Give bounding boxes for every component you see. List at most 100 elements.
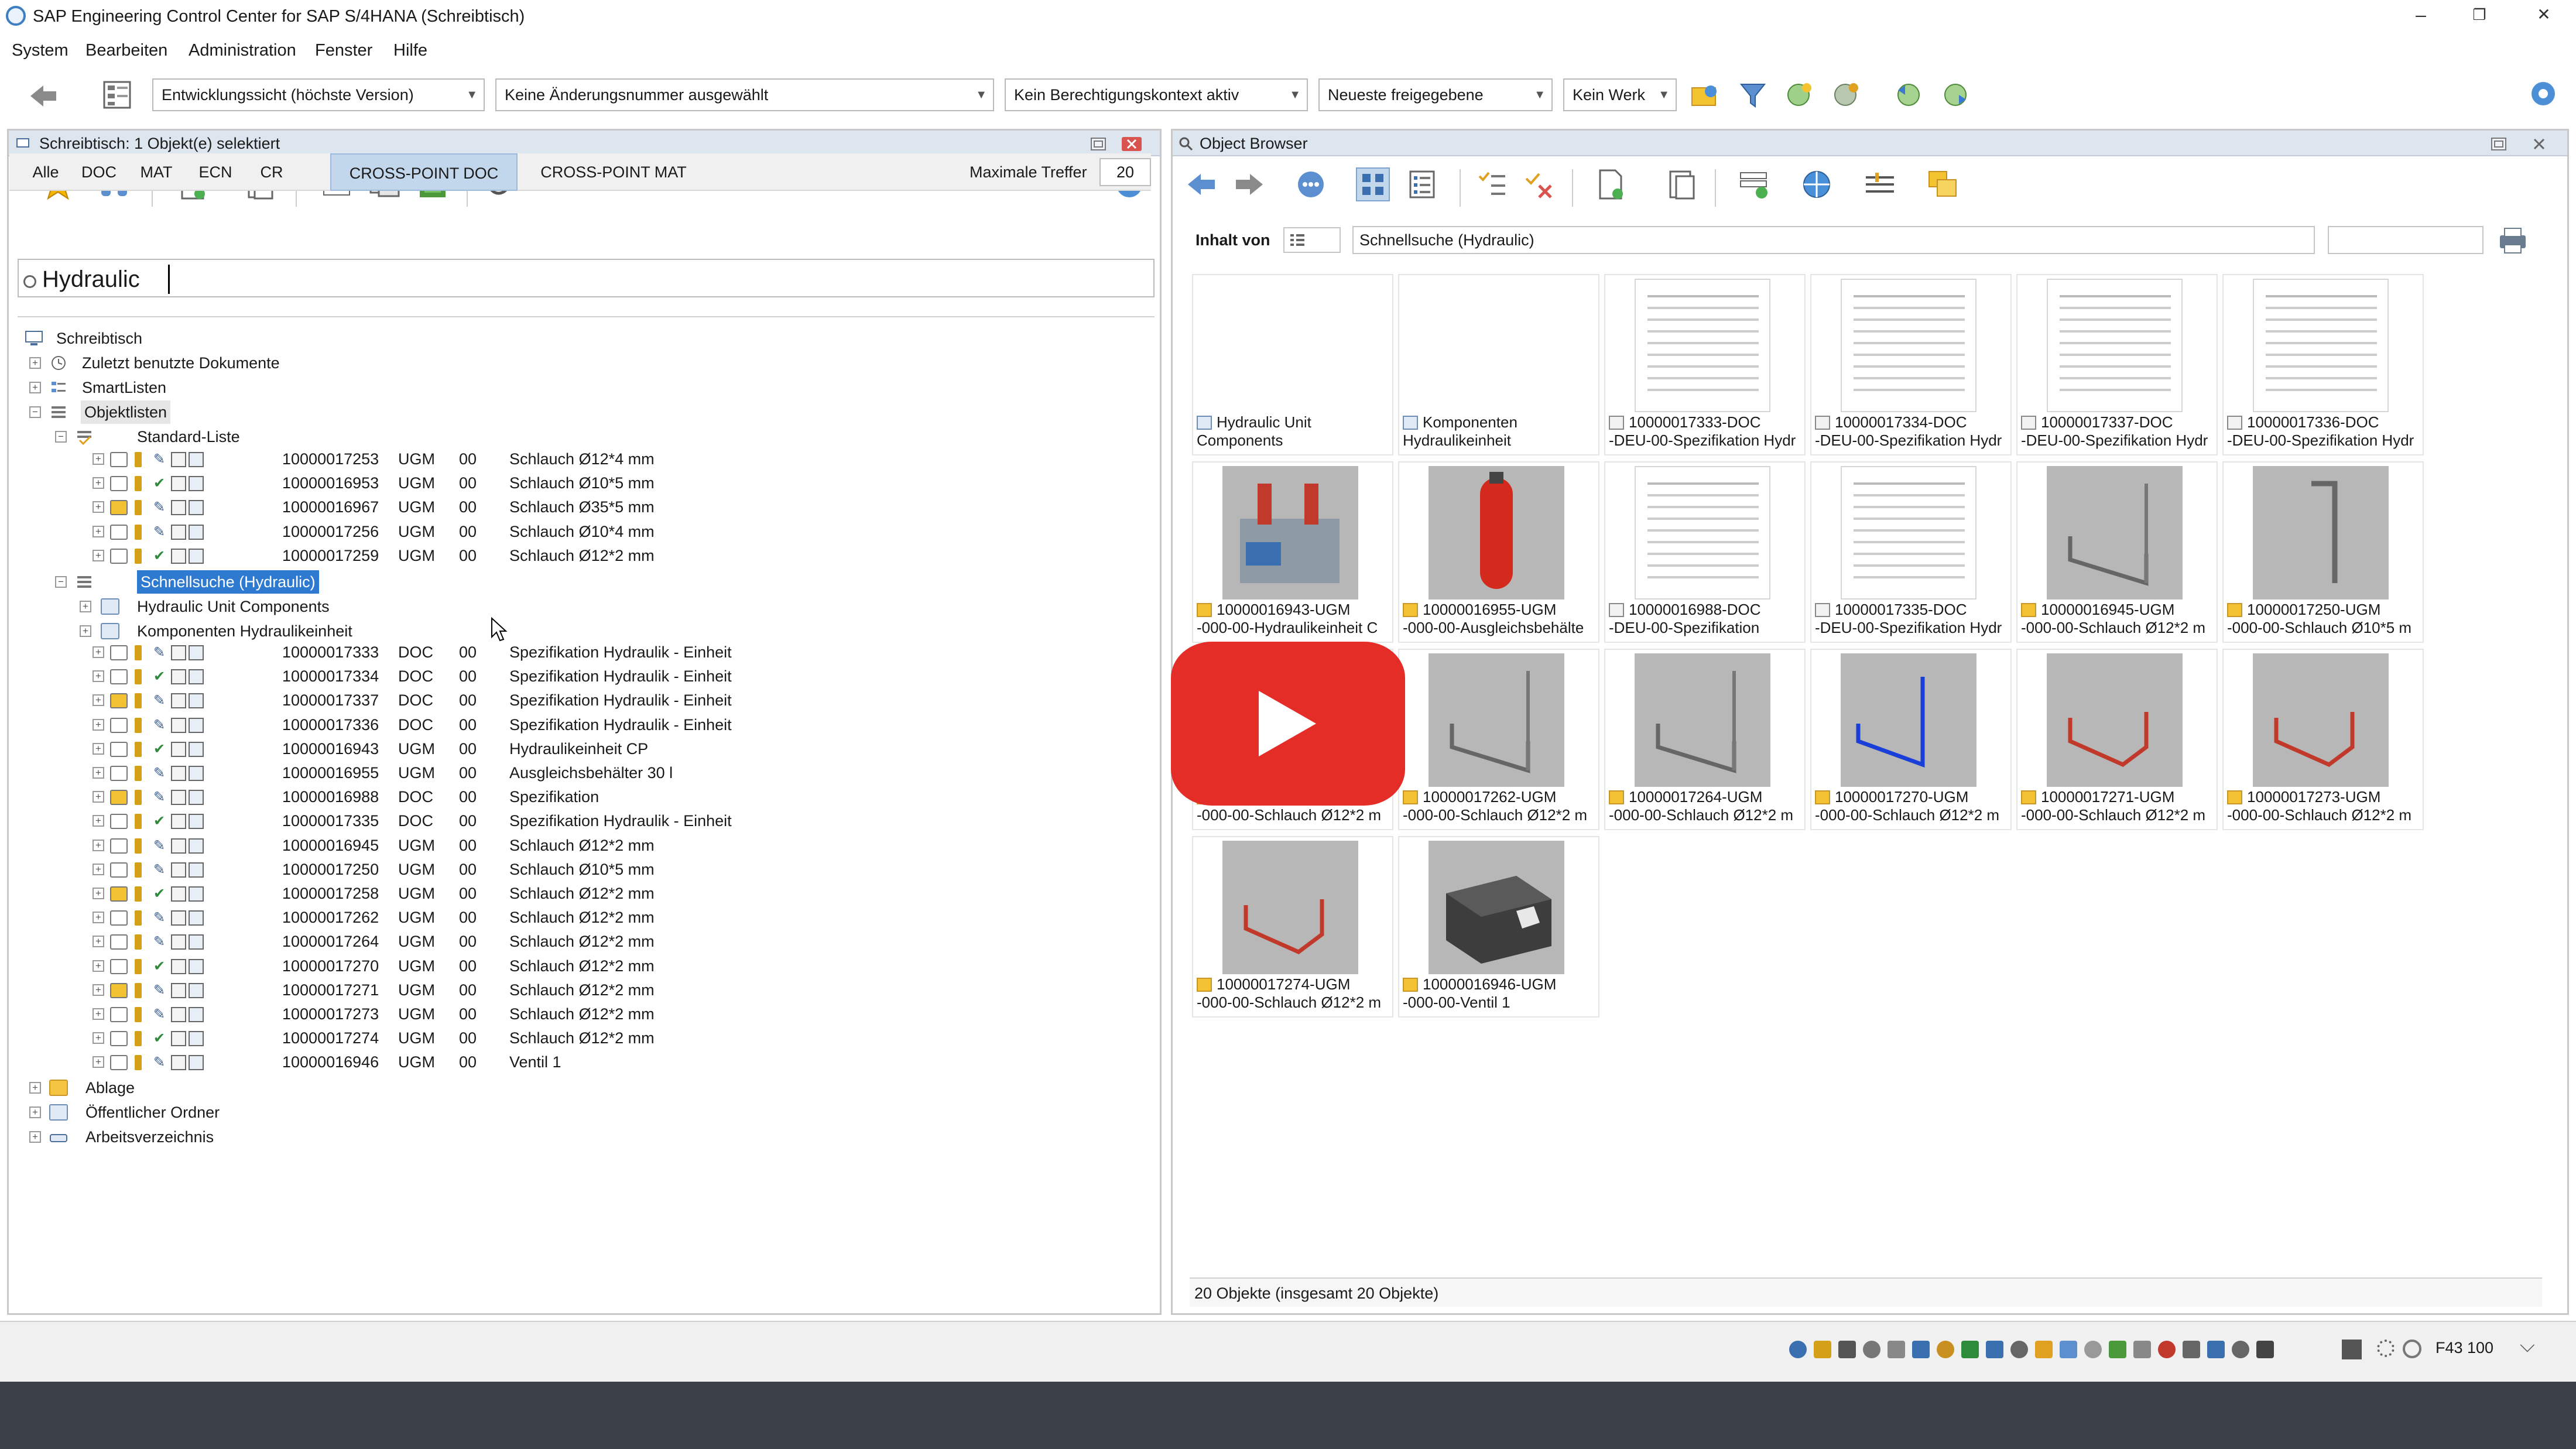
status-tray-icon[interactable] (2183, 1341, 2200, 1358)
expand-icon[interactable]: + (93, 477, 104, 489)
content-list-icon[interactable] (1283, 227, 1341, 253)
tree-view-icon[interactable] (101, 78, 133, 111)
filter-icon[interactable] (1736, 78, 1769, 111)
paste-document-icon[interactable] (1664, 167, 1700, 202)
expand-icon[interactable]: + (93, 912, 104, 924)
object-tile[interactable]: 10000017336-DOC -DEU-00-Spezifikation Hyd… (2222, 274, 2424, 455)
status-tray-icon[interactable] (2232, 1341, 2249, 1358)
globe-icon[interactable] (1799, 167, 1834, 202)
object-tile[interactable]: Hydraulic Unit Components (1192, 274, 1393, 455)
chevron-down-icon[interactable]: ⌵ (2520, 1334, 2535, 1357)
tab-cross-point-mat[interactable]: CROSS-POINT MAT (522, 153, 705, 191)
expand-icon[interactable]: + (93, 549, 104, 561)
max-hits-input[interactable]: 20 (1099, 158, 1151, 186)
expand-icon[interactable]: + (93, 936, 104, 948)
table-row[interactable]: + ✎ 10000016988 DOC 00 Spezifikation (93, 785, 841, 809)
object-tile[interactable]: 10000017273-UGM -000-00-Schlauch Ø12*2 m (2222, 649, 2424, 830)
object-tile[interactable]: 10000017264-UGM -000-00-Schlauch Ø12*2 m (1604, 649, 1806, 830)
status-tray-icon[interactable] (1961, 1341, 1979, 1358)
view-select[interactable]: Entwicklungssicht (höchste Version) ▼ (152, 78, 485, 111)
close-button[interactable]: ✕ (2512, 0, 2576, 33)
object-tile[interactable]: 10000016946-UGM -000-00-Ventil 1 (1398, 836, 1599, 1018)
expand-icon[interactable]: + (29, 1131, 41, 1143)
expand-icon[interactable]: + (93, 767, 104, 779)
settings-gear-icon[interactable] (2527, 77, 2560, 110)
sync-left-icon[interactable] (1892, 78, 1925, 111)
status-tray-icon[interactable] (1814, 1341, 1831, 1358)
object-tile[interactable]: 10000017335-DOC -DEU-00-Spezifikation Hyd… (1810, 461, 2012, 643)
status-tray-icon[interactable] (2010, 1341, 2028, 1358)
tab-ecn[interactable]: ECN (186, 153, 245, 191)
expand-icon[interactable]: + (93, 984, 104, 996)
back-arrow-icon[interactable] (27, 80, 60, 112)
content-source-field[interactable]: Schnellsuche (Hydraulic) (1352, 226, 2315, 254)
status-tray-icon[interactable] (2035, 1341, 2053, 1358)
table-row[interactable]: + ✎ 10000017336 DOC 00 Spezifikation Hydrauli… (93, 713, 841, 737)
expand-icon[interactable]: + (80, 625, 91, 637)
menu-administration[interactable]: Administration (189, 39, 296, 62)
folders-icon[interactable] (1926, 167, 1961, 202)
object-tile[interactable]: 10000017262-UGM -000-00-Schlauch Ø12*2 m (1398, 649, 1599, 830)
table-row[interactable]: + ✔ 10000017259 UGM 00 Schlauch Ø12*2 mm (93, 544, 841, 567)
object-tile[interactable]: 10000016988-DOC -DEU-00-Spezifikation (1604, 461, 1806, 643)
table-row[interactable]: + ✎ 10000017337 DOC 00 Spezifikation Hydrauli… (93, 688, 841, 712)
plant-select[interactable]: Kein Werk ▼ (1563, 78, 1677, 111)
grid-view-icon[interactable] (1355, 167, 1390, 202)
release-select[interactable]: Neueste freigegebene ▼ (1318, 78, 1553, 111)
tab-doc[interactable]: DOC (73, 153, 125, 191)
expand-icon[interactable]: + (93, 525, 104, 537)
object-tile[interactable]: 10000016955-UGM -000-00-Ausgleichsbehälte (1398, 461, 1599, 643)
expand-icon[interactable]: + (93, 453, 104, 465)
expand-icon[interactable]: + (93, 1056, 104, 1068)
sync-right-icon[interactable] (1939, 78, 1972, 111)
back-icon[interactable] (1184, 167, 1220, 202)
expand-icon[interactable]: + (93, 718, 104, 731)
globe-remove-icon[interactable] (1830, 78, 1863, 111)
globe-add-icon[interactable] (1783, 78, 1816, 111)
status-tray-icon[interactable] (1986, 1341, 2003, 1358)
status-tray-icon[interactable] (2207, 1341, 2225, 1358)
expand-icon[interactable]: + (93, 815, 104, 827)
status-tray-icon[interactable] (2084, 1341, 2102, 1358)
new-document-icon[interactable] (1593, 167, 1628, 202)
expand-icon[interactable]: + (93, 694, 104, 707)
folder-search-icon[interactable] (1688, 78, 1721, 111)
table-row[interactable]: + ✎ 10000016945 UGM 00 Schlauch Ø12*2 mm (93, 834, 841, 857)
change-number-select[interactable]: Keine Änderungsnummer ausgewählt ▼ (495, 78, 994, 111)
table-row[interactable]: + ✎ 10000016967 UGM 00 Schlauch Ø35*5 mm (93, 495, 841, 519)
expand-icon[interactable]: + (29, 382, 41, 393)
auth-context-select[interactable]: Kein Berechtigungskontext aktiv ▼ (1005, 78, 1308, 111)
more-options-icon[interactable] (1293, 167, 1328, 202)
checklist-icon[interactable] (1475, 167, 1510, 202)
table-row[interactable]: + ✎ 10000016946 UGM 00 Ventil 1 (93, 1050, 841, 1074)
restore-panel-icon[interactable] (1090, 136, 1107, 152)
object-tile[interactable]: 10000017250-UGM -000-00-Schlauch Ø10*5 m (2222, 461, 2424, 643)
expand-icon[interactable]: + (93, 839, 104, 851)
collapse-icon[interactable]: − (55, 576, 67, 588)
status-tray-icon[interactable] (1937, 1341, 1954, 1358)
status-tray-icon[interactable] (2256, 1341, 2274, 1358)
menu-bearbeiten[interactable]: Bearbeiten (85, 39, 167, 62)
table-row[interactable]: + ✔ 10000017335 DOC 00 Spezifikation Hydrauli… (93, 809, 841, 833)
status-tray-icon[interactable] (2158, 1341, 2176, 1358)
table-row[interactable]: + ✎ 10000017333 DOC 00 Spezifikation Hydrauli… (93, 640, 841, 664)
expand-icon[interactable]: + (93, 863, 104, 875)
status-tray-icon[interactable] (2133, 1341, 2151, 1358)
settings-icon[interactable] (2377, 1340, 2395, 1357)
object-tile[interactable]: 10000017274-UGM -000-00-Schlauch Ø12*2 m (1192, 836, 1393, 1018)
object-tile[interactable]: 10000016943-UGM -000-00-Hydraulikeinheit … (1192, 461, 1393, 643)
object-tile[interactable]: 10000017270-UGM -000-00-Schlauch Ø12*2 m (1810, 649, 2012, 830)
menu-system[interactable]: System (12, 39, 68, 62)
expand-icon[interactable]: + (93, 742, 104, 755)
tab-alle[interactable]: Alle (22, 153, 69, 191)
object-tile[interactable]: 10000017334-DOC -DEU-00-Spezifikation Hyd… (1810, 274, 2012, 455)
close-panel-icon[interactable] (2532, 138, 2546, 150)
status-tray-icon[interactable] (2060, 1341, 2077, 1358)
collapse-icon[interactable]: − (29, 406, 41, 418)
forward-icon[interactable] (1231, 167, 1266, 202)
table-row[interactable]: + ✔ 10000017274 UGM 00 Schlauch Ø12*2 mm (93, 1026, 841, 1050)
table-row[interactable]: + ✔ 10000016943 UGM 00 Hydraulikeinheit CP (93, 737, 841, 761)
filter-input[interactable] (2328, 226, 2483, 254)
minimize-button[interactable]: – (2389, 0, 2453, 33)
expand-icon[interactable]: + (93, 501, 104, 513)
